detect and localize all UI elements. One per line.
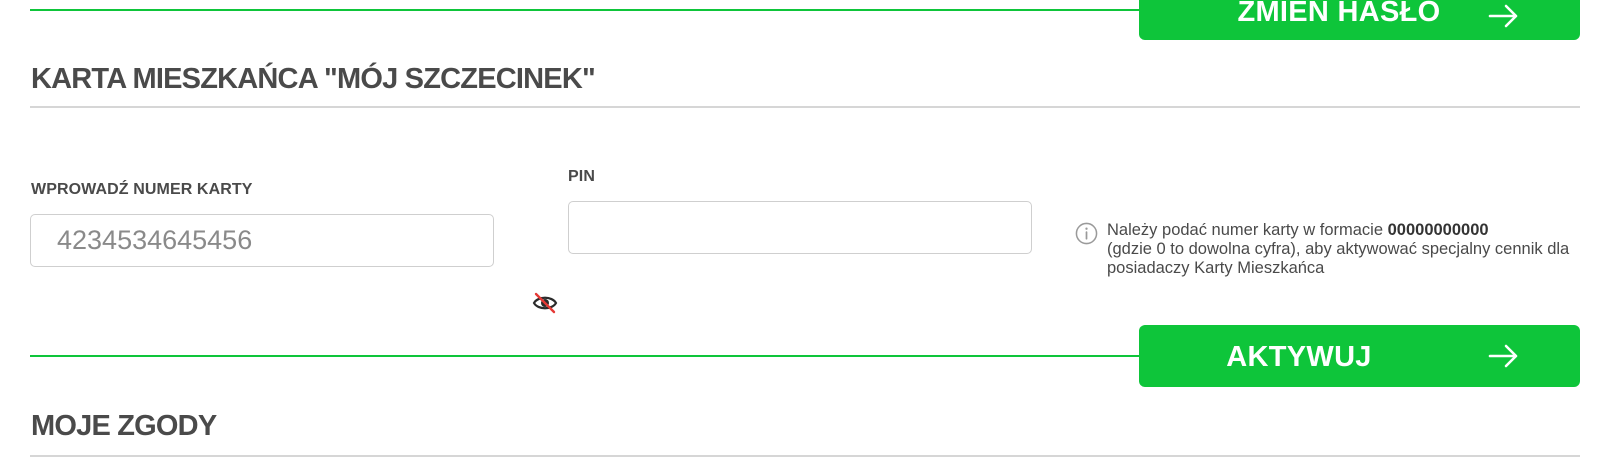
change-password-label: ZMIEŃ HASŁO — [1237, 0, 1441, 28]
arrow-right-icon — [1488, 4, 1518, 28]
card-section-divider — [30, 106, 1580, 108]
pin-input[interactable] — [568, 201, 1032, 254]
card-number-label: WPROWADŹ NUMER KARTY — [31, 181, 253, 198]
card-section-title: KARTA MIESZKAŃCA "MÓJ SZCZECINEK" — [31, 63, 596, 95]
activate-label: AKTYWUJ — [1226, 341, 1372, 373]
activate-green-divider — [30, 355, 1150, 357]
activate-button[interactable]: AKTYWUJ — [1139, 325, 1580, 387]
change-password-button[interactable]: ZMIEŃ HASŁO — [1139, 0, 1580, 40]
consents-section-title: MOJE ZGODY — [31, 410, 217, 442]
eye-off-icon[interactable] — [532, 292, 558, 314]
pin-label: PIN — [568, 168, 595, 185]
info-prefix: Należy podać numer karty w formacie — [1107, 221, 1388, 239]
info-suffix: (gdzie 0 to dowolna cyfra), aby aktywowa… — [1107, 240, 1570, 277]
card-format-info-text: Należy podać numer karty w formacie 0000… — [1107, 221, 1577, 278]
card-format-info: Należy podać numer karty w formacie 0000… — [1075, 221, 1577, 278]
top-green-divider — [30, 9, 1150, 11]
info-circle-icon — [1075, 222, 1098, 245]
consents-section-divider — [30, 455, 1580, 457]
arrow-right-icon — [1488, 344, 1518, 368]
info-format: 00000000000 — [1387, 221, 1489, 239]
card-number-input[interactable] — [30, 214, 494, 267]
